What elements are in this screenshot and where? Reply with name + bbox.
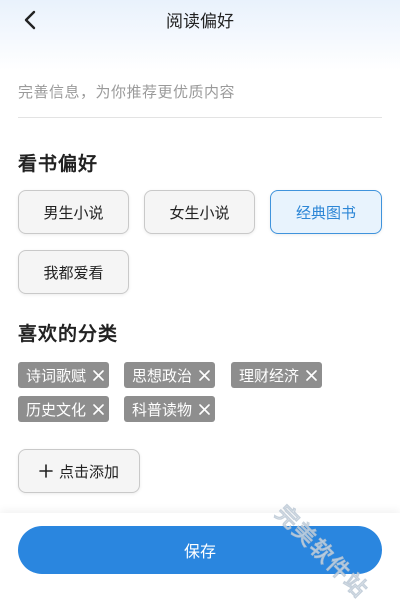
chevron-left-icon — [24, 10, 36, 30]
plus-icon — [39, 464, 53, 478]
pref-option-love-all[interactable]: 我都爱看 — [18, 250, 129, 294]
back-button[interactable] — [18, 8, 42, 32]
pref-option-classic-books[interactable]: 经典图书 — [270, 190, 382, 234]
category-tag: 历史文化 — [18, 396, 110, 422]
pref-option-female-novel[interactable]: 女生小说 — [144, 190, 255, 234]
category-tag-label: 思想政治 — [132, 366, 193, 385]
category-tag-label: 科普读物 — [132, 400, 193, 419]
close-icon[interactable] — [197, 402, 211, 416]
section-title-reading-pref: 看书偏好 — [18, 153, 99, 175]
close-icon[interactable] — [197, 368, 211, 382]
header-bar — [0, 0, 400, 70]
category-tag-label: 理财经济 — [239, 366, 300, 385]
category-tag: 理财经济 — [231, 362, 323, 388]
add-category-label: 点击添加 — [58, 462, 119, 481]
category-tag-label: 诗词歌赋 — [26, 366, 87, 385]
category-tag-label: 历史文化 — [26, 400, 87, 419]
category-tag: 诗词歌赋 — [18, 362, 110, 388]
category-tag: 科普读物 — [124, 396, 216, 422]
add-category-button[interactable]: 点击添加 — [18, 449, 140, 493]
subtitle-text: 完善信息，为你推荐更优质内容 — [18, 83, 236, 101]
pref-option-male-novel[interactable]: 男生小说 — [18, 190, 129, 234]
section-title-categories: 喜欢的分类 — [18, 323, 119, 345]
category-tag: 思想政治 — [124, 362, 216, 388]
close-icon[interactable] — [304, 368, 318, 382]
divider — [18, 117, 382, 118]
close-icon[interactable] — [91, 402, 105, 416]
save-button[interactable]: 保存 — [18, 526, 382, 574]
close-icon[interactable] — [91, 368, 105, 382]
